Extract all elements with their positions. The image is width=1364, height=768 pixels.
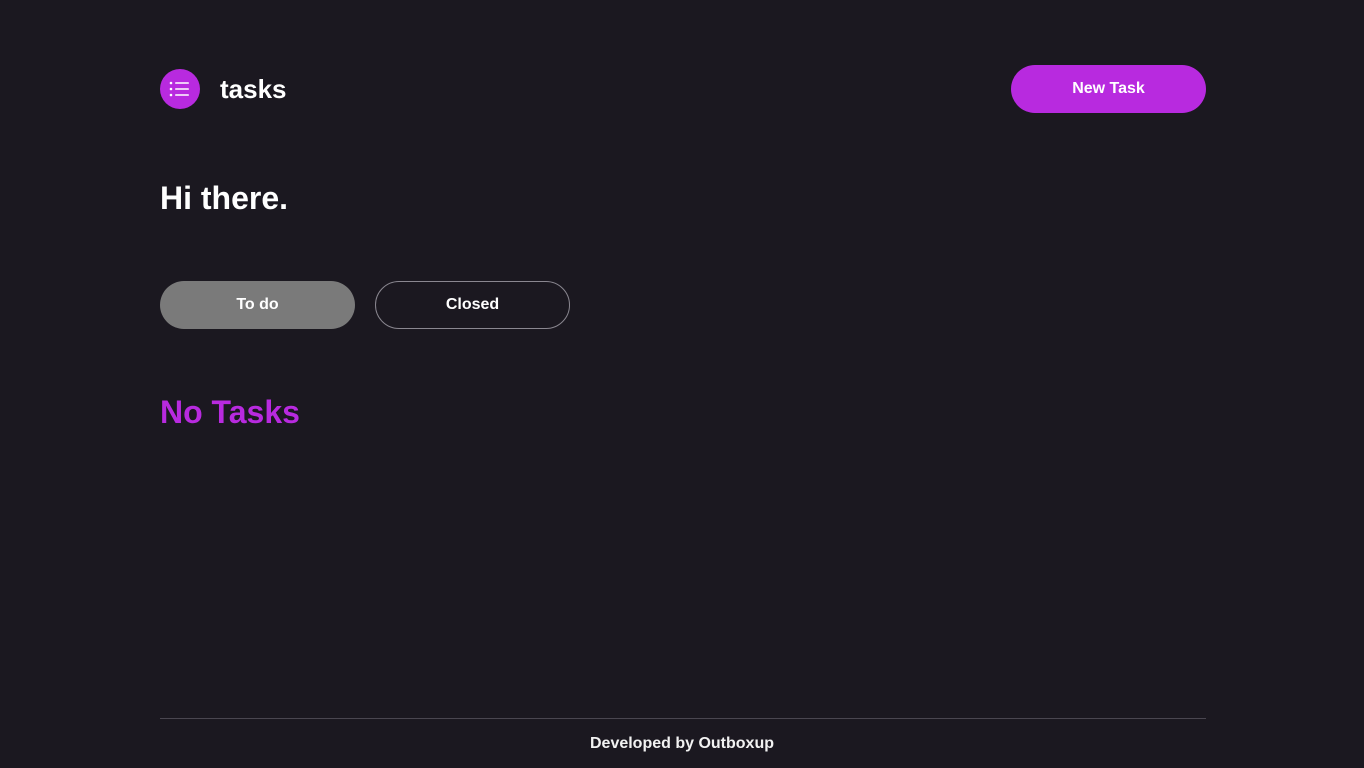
logo[interactable] <box>160 69 200 109</box>
app-page: tasks New Task Hi there. To do Closed No… <box>0 0 1364 768</box>
header: tasks New Task <box>160 65 1206 113</box>
list-icon <box>169 81 189 97</box>
greeting-heading: Hi there. <box>160 180 289 216</box>
empty-state-message: No Tasks <box>160 394 300 430</box>
footer-divider <box>160 718 1206 719</box>
app-title: tasks <box>220 74 287 104</box>
footer-credit: Developed by Outboxup <box>589 735 774 752</box>
task-filter-tabs: To do Closed <box>160 281 570 329</box>
new-task-button[interactable]: New Task <box>1011 65 1206 113</box>
tab-closed[interactable]: Closed <box>375 281 570 329</box>
tab-todo[interactable]: To do <box>160 281 355 329</box>
